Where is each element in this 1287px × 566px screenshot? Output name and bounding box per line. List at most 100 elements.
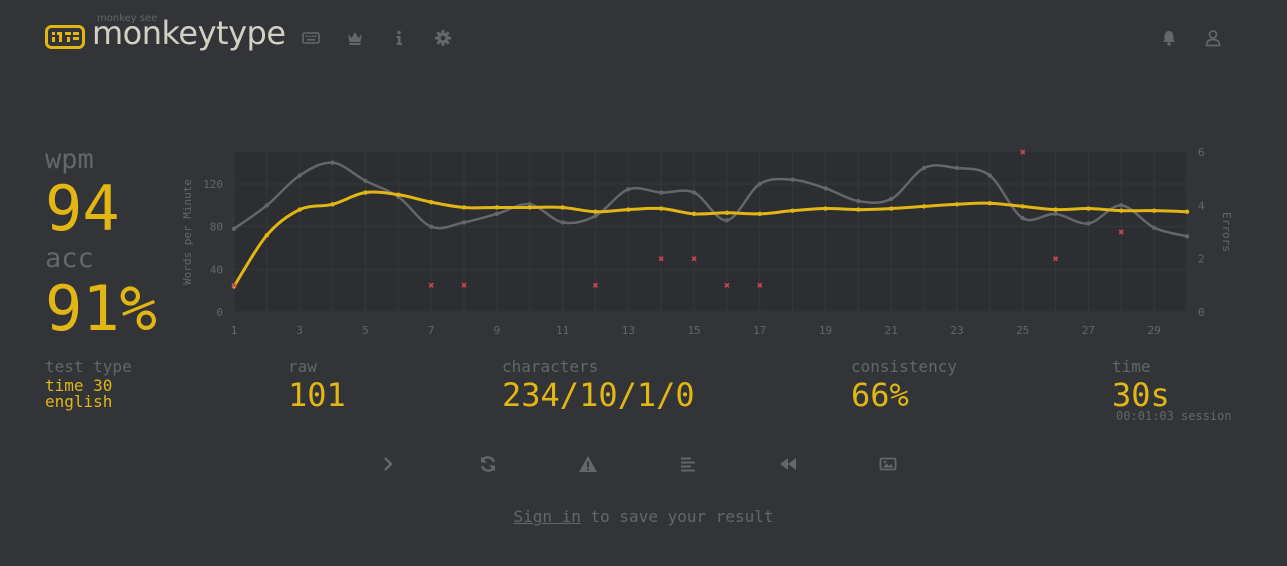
chart-raw-point xyxy=(593,213,598,219)
chart-raw-point xyxy=(790,177,795,182)
chart-wpm-point xyxy=(461,205,467,210)
chart-x-tick-label: 19 xyxy=(819,324,832,337)
chart-wpm-point xyxy=(593,209,598,214)
chart-wpm-point xyxy=(297,207,302,212)
chart-wpm-point xyxy=(1151,208,1157,213)
acc-value: 91% xyxy=(45,272,157,345)
chart-x-tick-label: 17 xyxy=(753,324,766,337)
session-time: 00:01:03 session xyxy=(1116,409,1232,423)
wpm-chart: 1 3 5 7 9 11 13 15 17 19 21 23 25 27 29040801200246Wor… xyxy=(181,146,1233,337)
characters-label: characters xyxy=(502,357,599,376)
chart-raw-point xyxy=(987,173,993,178)
chart-raw-point xyxy=(889,196,894,202)
chart-wpm-point xyxy=(987,201,993,206)
chart-wpm-point xyxy=(790,208,795,213)
chart-y2-tick-label: 6 xyxy=(1198,146,1205,159)
chart-x-tick-label: 7 xyxy=(428,324,435,337)
replay-icon[interactable] xyxy=(778,454,798,474)
chart-raw-point xyxy=(659,190,664,195)
words-history-icon[interactable] xyxy=(678,454,698,474)
test-type-label: test type xyxy=(45,357,132,376)
chart-y-tick-label: 120 xyxy=(203,178,223,191)
time-value: 30s xyxy=(1112,376,1170,414)
chart-raw-point xyxy=(297,173,302,178)
chart-wpm-point xyxy=(659,206,664,211)
chart-raw-point xyxy=(626,187,631,192)
chart-x-tick-label: 25 xyxy=(1016,324,1029,337)
chart-raw-point xyxy=(954,165,960,171)
signin-link[interactable]: Sign in xyxy=(513,507,580,526)
wpm-value: 94 xyxy=(45,172,120,245)
chart-wpm-point xyxy=(428,199,434,205)
chart-raw-point xyxy=(1086,221,1091,226)
chart-wpm-point xyxy=(560,205,565,210)
chart-raw-point xyxy=(1119,203,1124,208)
chart-x-tick-label: 13 xyxy=(622,324,635,337)
logo-text[interactable]: monkeytype xyxy=(92,14,286,52)
user-icon[interactable] xyxy=(1204,29,1222,47)
consistency-label: consistency xyxy=(851,357,957,376)
chart-y-tick-label: 80 xyxy=(210,221,223,234)
chart-wpm-point xyxy=(363,190,368,195)
chart-raw-point xyxy=(330,160,335,165)
chart-x-tick-label: 15 xyxy=(687,324,700,337)
consistency-value: 66% xyxy=(851,376,909,414)
chart-x-tick-label: 3 xyxy=(296,324,303,337)
chart-y2-tick-label: 2 xyxy=(1198,253,1205,266)
test-type-language[interactable]: english xyxy=(45,394,112,410)
acc-label: acc xyxy=(45,243,94,274)
signin-rest-text: to save your result xyxy=(580,507,774,526)
gear-icon[interactable] xyxy=(434,29,452,47)
chart-x-tick-label: 1 xyxy=(231,324,238,337)
chart-raw-point xyxy=(921,165,927,171)
chart-raw-point xyxy=(1151,225,1157,230)
chart-x-tick-label: 11 xyxy=(556,324,569,337)
restart-icon[interactable] xyxy=(478,454,498,474)
chart-wpm-point xyxy=(1086,206,1091,211)
screenshot-icon[interactable] xyxy=(878,454,898,474)
chart-plot-area xyxy=(234,152,1187,312)
raw-value: 101 xyxy=(288,376,346,414)
chart-y2-tick-label: 4 xyxy=(1198,199,1205,212)
chart-wpm-point xyxy=(626,207,631,212)
signin-prompt: Sign in to save your result xyxy=(0,507,1287,526)
report-icon[interactable] xyxy=(578,454,598,474)
chart-wpm-point xyxy=(527,205,532,210)
chart-wpm-point xyxy=(691,211,697,217)
chart-wpm-point xyxy=(264,233,270,238)
chart-x-tick-label: 9 xyxy=(494,324,501,337)
raw-label: raw xyxy=(288,357,317,376)
chart-x-tick-label: 27 xyxy=(1082,324,1095,337)
chart-x-tick-label: 21 xyxy=(885,324,898,337)
chart-wpm-point xyxy=(1020,204,1025,209)
chart-y-axis-label: Words per Minute xyxy=(181,179,194,285)
chart-wpm-point xyxy=(1053,207,1058,212)
chart-wpm-point xyxy=(494,205,500,210)
chart-raw-point xyxy=(757,181,762,187)
chart-raw-point xyxy=(856,198,861,204)
chart-raw-point xyxy=(494,211,500,217)
chart-y-tick-label: 40 xyxy=(210,263,223,276)
next-test-icon[interactable] xyxy=(378,454,398,474)
crown-icon[interactable] xyxy=(346,29,364,47)
chart-x-tick-label: 5 xyxy=(362,324,369,337)
chart-raw-point xyxy=(461,220,467,225)
chart-wpm-point xyxy=(889,206,894,211)
chart-raw-point xyxy=(428,224,434,229)
chart-wpm-point xyxy=(396,192,401,197)
chart-y-tick-label: 0 xyxy=(216,306,223,319)
info-icon[interactable] xyxy=(390,29,408,47)
monkeytype-logo-icon[interactable] xyxy=(45,25,85,49)
chart-x-tick-label: 23 xyxy=(950,324,963,337)
chart-x-tick-label: 29 xyxy=(1148,324,1161,337)
characters-value: 234/10/1/0 xyxy=(502,376,695,414)
bell-icon[interactable] xyxy=(1160,29,1178,47)
chart-raw-point xyxy=(231,226,237,231)
chart-y2-axis-label: Errors xyxy=(1220,212,1233,252)
chart-raw-point xyxy=(823,186,828,191)
chart-raw-point xyxy=(264,203,270,208)
time-label: time xyxy=(1112,357,1151,376)
chart-wpm-point xyxy=(856,207,861,212)
keyboard-icon[interactable] xyxy=(302,29,320,47)
wpm-label: wpm xyxy=(45,144,94,175)
